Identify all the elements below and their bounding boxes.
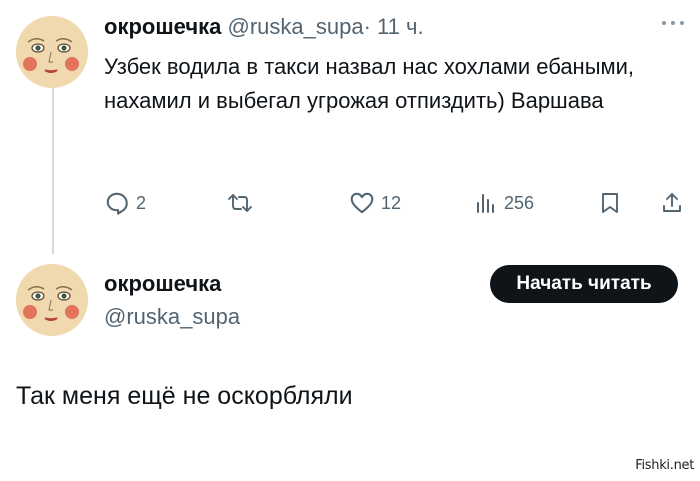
author-name[interactable]: окрошечка — [104, 14, 221, 39]
follow-button[interactable]: Начать читать — [490, 265, 678, 303]
tweet-timestamp[interactable]: 11 ч. — [377, 14, 424, 39]
avatar-face-image — [16, 16, 88, 88]
reply-icon — [106, 192, 128, 215]
thread-connector-line — [52, 88, 54, 254]
share-icon — [663, 193, 681, 212]
reply-count: 2 — [136, 192, 147, 213]
profile-avatar[interactable] — [16, 264, 88, 336]
heart-icon — [350, 192, 374, 214]
tweet-action-bar: 2 12 256 — [0, 190, 700, 220]
retweet-button[interactable] — [226, 190, 260, 216]
avatar-face-image — [16, 264, 88, 336]
views-count: 256 — [504, 192, 535, 213]
more-horizontal-icon[interactable] — [660, 12, 686, 35]
watermark-logo: Fishki.net — [635, 458, 694, 473]
reply-button[interactable]: 2 — [104, 190, 146, 216]
bookmark-icon — [602, 193, 618, 213]
tweet-text: Узбек водила в такси назвал нас хохлами … — [104, 54, 635, 113]
header-separator: · — [363, 14, 371, 39]
avatar[interactable] — [16, 16, 88, 88]
profile-handle[interactable]: @ruska_supa — [104, 304, 240, 330]
views-chart-icon — [477, 194, 494, 213]
author-handle[interactable]: @ruska_supa — [228, 14, 364, 39]
share-button[interactable] — [660, 190, 684, 216]
reply-text: Так меня ещё не оскорбляли — [16, 382, 353, 410]
profile-name[interactable]: окрошечка — [104, 271, 221, 297]
views-button[interactable]: 256 — [474, 190, 534, 216]
tweet-header: окрошечка @ruska_supa· 11 ч. — [104, 14, 424, 40]
retweet-icon — [228, 194, 252, 212]
bookmark-button[interactable] — [598, 190, 622, 216]
like-button[interactable]: 12 — [349, 190, 401, 216]
like-count: 12 — [381, 192, 402, 213]
